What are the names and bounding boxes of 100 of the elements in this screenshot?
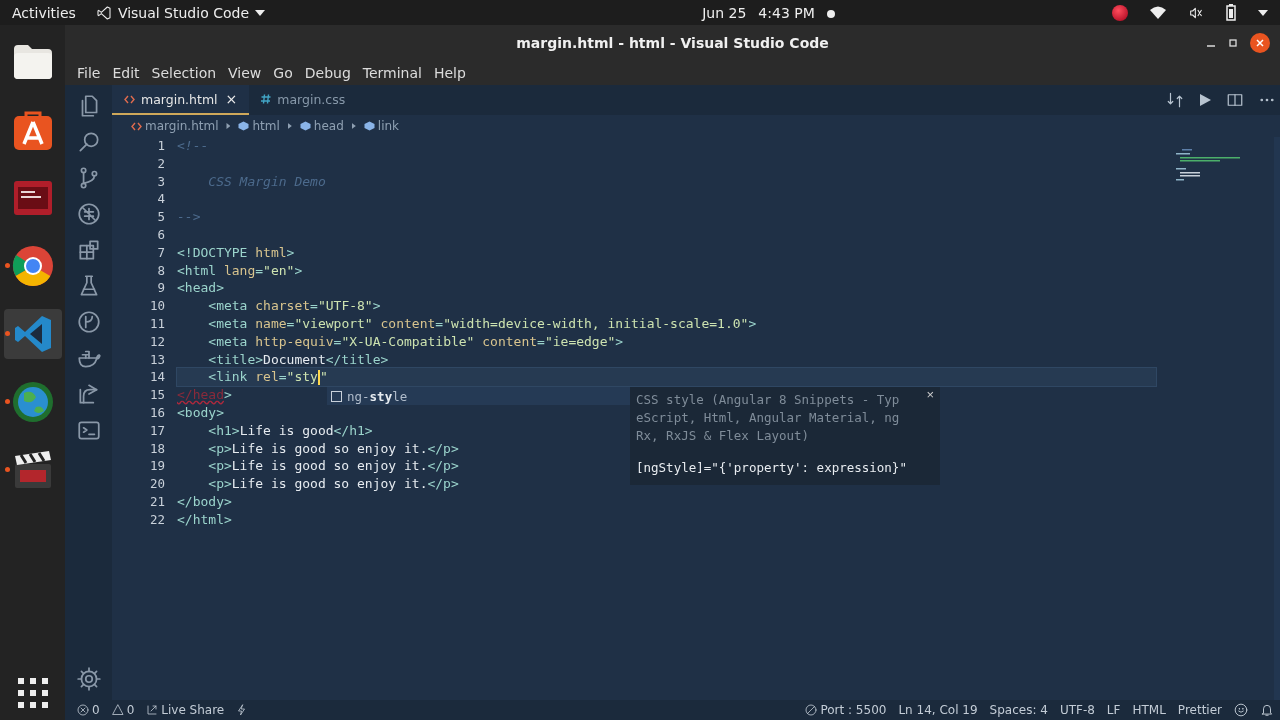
code-line: --> — [177, 208, 201, 226]
bell-icon[interactable] — [1260, 703, 1274, 717]
breadcrumb[interactable]: margin.html — [130, 119, 220, 133]
code-line: <body> — [177, 403, 224, 422]
live-share-button[interactable]: Live Share — [146, 703, 225, 717]
line-number: 21 — [148, 492, 165, 511]
detail-text: Rx, RxJS & Flex Layout) — [636, 427, 810, 445]
line-number: 2 — [156, 154, 165, 173]
code-line: <link rel="sty" — [207, 368, 328, 387]
snippet-code: [ngStyle]="{'property': expression}" — [636, 459, 908, 477]
error-icon — [77, 704, 89, 716]
breadcrumb[interactable]: head — [298, 119, 345, 133]
menu-item[interactable]: File — [71, 64, 107, 81]
line-number: 15 — [148, 386, 165, 404]
debug-icon[interactable] — [75, 201, 102, 227]
language-mode[interactable]: HTML — [1132, 703, 1166, 717]
warning-icon — [111, 704, 124, 716]
folder-icon[interactable] — [11, 43, 54, 81]
split-editor-icon[interactable] — [1226, 91, 1244, 109]
errors-indicator[interactable]: 0 — [77, 703, 100, 717]
browser-icon[interactable] — [11, 245, 54, 287]
formatter[interactable]: Prettier — [1177, 703, 1222, 717]
menu-item[interactable]: Terminal — [356, 64, 428, 81]
code-line: <html lang="en"> — [177, 261, 303, 280]
code-line: <!-- — [177, 137, 209, 155]
smiley-icon[interactable] — [1234, 703, 1248, 717]
history-icon[interactable] — [75, 309, 102, 335]
maximize-icon[interactable] — [1228, 38, 1238, 48]
close-details-button[interactable]: × — [926, 387, 934, 402]
date-text[interactable]: Jun 25 — [702, 4, 747, 21]
share-icon — [146, 704, 159, 716]
shopping-bag-icon[interactable] — [11, 110, 54, 150]
indentation[interactable]: Spaces: 4 — [989, 703, 1048, 717]
caret-icon[interactable] — [1258, 9, 1268, 16]
code-line: <h1>Life is good</h1> — [207, 421, 373, 440]
blocked-icon — [805, 704, 818, 716]
window-title: margin.html - html - Visual Studio Code — [516, 34, 829, 51]
warnings-indicator[interactable]: 0 — [111, 703, 135, 717]
line-number: 19 — [148, 457, 165, 476]
detail-text: eScript, Html, Angular Material, ng — [636, 409, 900, 427]
app-grid-icon[interactable] — [17, 678, 48, 708]
code-line: </html> — [177, 510, 232, 529]
code-line: <title>Document</title> — [207, 350, 389, 369]
line-number: 10 — [148, 297, 165, 315]
code-editor-icon[interactable] — [12, 314, 53, 354]
app-menu[interactable]: Visual Studio Code — [117, 4, 249, 21]
code-line: <meta charset="UTF-8"> — [207, 297, 381, 315]
line-number: 6 — [156, 226, 165, 244]
line-number: 5 — [156, 208, 165, 226]
wifi-icon[interactable] — [1150, 6, 1166, 19]
menu-item[interactable]: Debug — [298, 64, 357, 81]
cursor-position[interactable]: Ln 14, Col 19 — [898, 703, 978, 717]
menu-item[interactable]: Help — [427, 64, 472, 81]
activities-button[interactable]: Activities — [12, 4, 76, 21]
encoding[interactable]: UTF-8 — [1059, 703, 1095, 717]
line-number: 17 — [148, 421, 165, 440]
code-line: <meta name="viewport" content="width=device-width, initial-scale=1.0"> — [207, 314, 757, 333]
compare-icon[interactable] — [1166, 91, 1184, 109]
code-line: <!DOCTYPE html> — [177, 243, 295, 262]
clock-text[interactable]: 4:43 PM — [758, 4, 815, 21]
cube-icon — [238, 121, 250, 131]
line-ending[interactable]: LF — [1106, 703, 1121, 717]
line-number: 11 — [148, 314, 165, 333]
monitor-icon[interactable] — [11, 179, 54, 217]
cube-icon — [363, 121, 375, 131]
record-icon[interactable] — [1112, 4, 1128, 21]
code-line: <head> — [177, 279, 224, 298]
globe-icon[interactable] — [11, 381, 54, 423]
detail-text: CSS style (Angular 8 Snippets - Typ — [636, 391, 900, 409]
code-line: <meta http-equiv="X-UA-Compatible" content="ie=edge"> — [207, 332, 624, 351]
close-tab-button[interactable]: × — [223, 91, 240, 107]
line-number: 1 — [156, 137, 165, 155]
code-line: </body> — [177, 492, 232, 511]
close-button[interactable] — [1250, 33, 1270, 53]
line-number: 18 — [148, 439, 165, 458]
breadcrumb[interactable]: html — [237, 119, 281, 133]
suggestion-item[interactable]: ng-style — [327, 387, 630, 405]
menu-item[interactable]: Selection — [145, 64, 223, 81]
code-line: <p>Life is good so enjoy it.</p> — [207, 457, 459, 476]
line-number: 16 — [148, 403, 165, 422]
settings-icon[interactable] — [75, 666, 102, 692]
code-brackets-icon — [124, 94, 135, 104]
play-icon[interactable] — [1198, 93, 1212, 107]
code-line: CSS Margin Demo — [207, 172, 326, 191]
editor-tab[interactable]: margin.html × — [112, 85, 250, 115]
line-number: 14 — [148, 368, 165, 387]
port-indicator[interactable]: Port : 5500 — [805, 703, 887, 717]
line-number: 7 — [156, 243, 165, 262]
menu-item[interactable]: Go — [267, 64, 299, 81]
snippet-icon — [331, 390, 342, 402]
code-line: <p>Life is good so enjoy it.</p> — [207, 439, 459, 458]
close-icon — [1255, 38, 1265, 48]
menu-item[interactable]: View — [222, 64, 268, 81]
caret-icon — [255, 9, 265, 16]
menu-item[interactable]: Edit — [106, 64, 146, 81]
battery-icon[interactable] — [1226, 4, 1236, 21]
breadcrumb[interactable]: link — [362, 119, 401, 133]
line-number: 20 — [148, 475, 165, 493]
line-number: 4 — [156, 190, 165, 209]
line-number: 3 — [156, 172, 165, 191]
